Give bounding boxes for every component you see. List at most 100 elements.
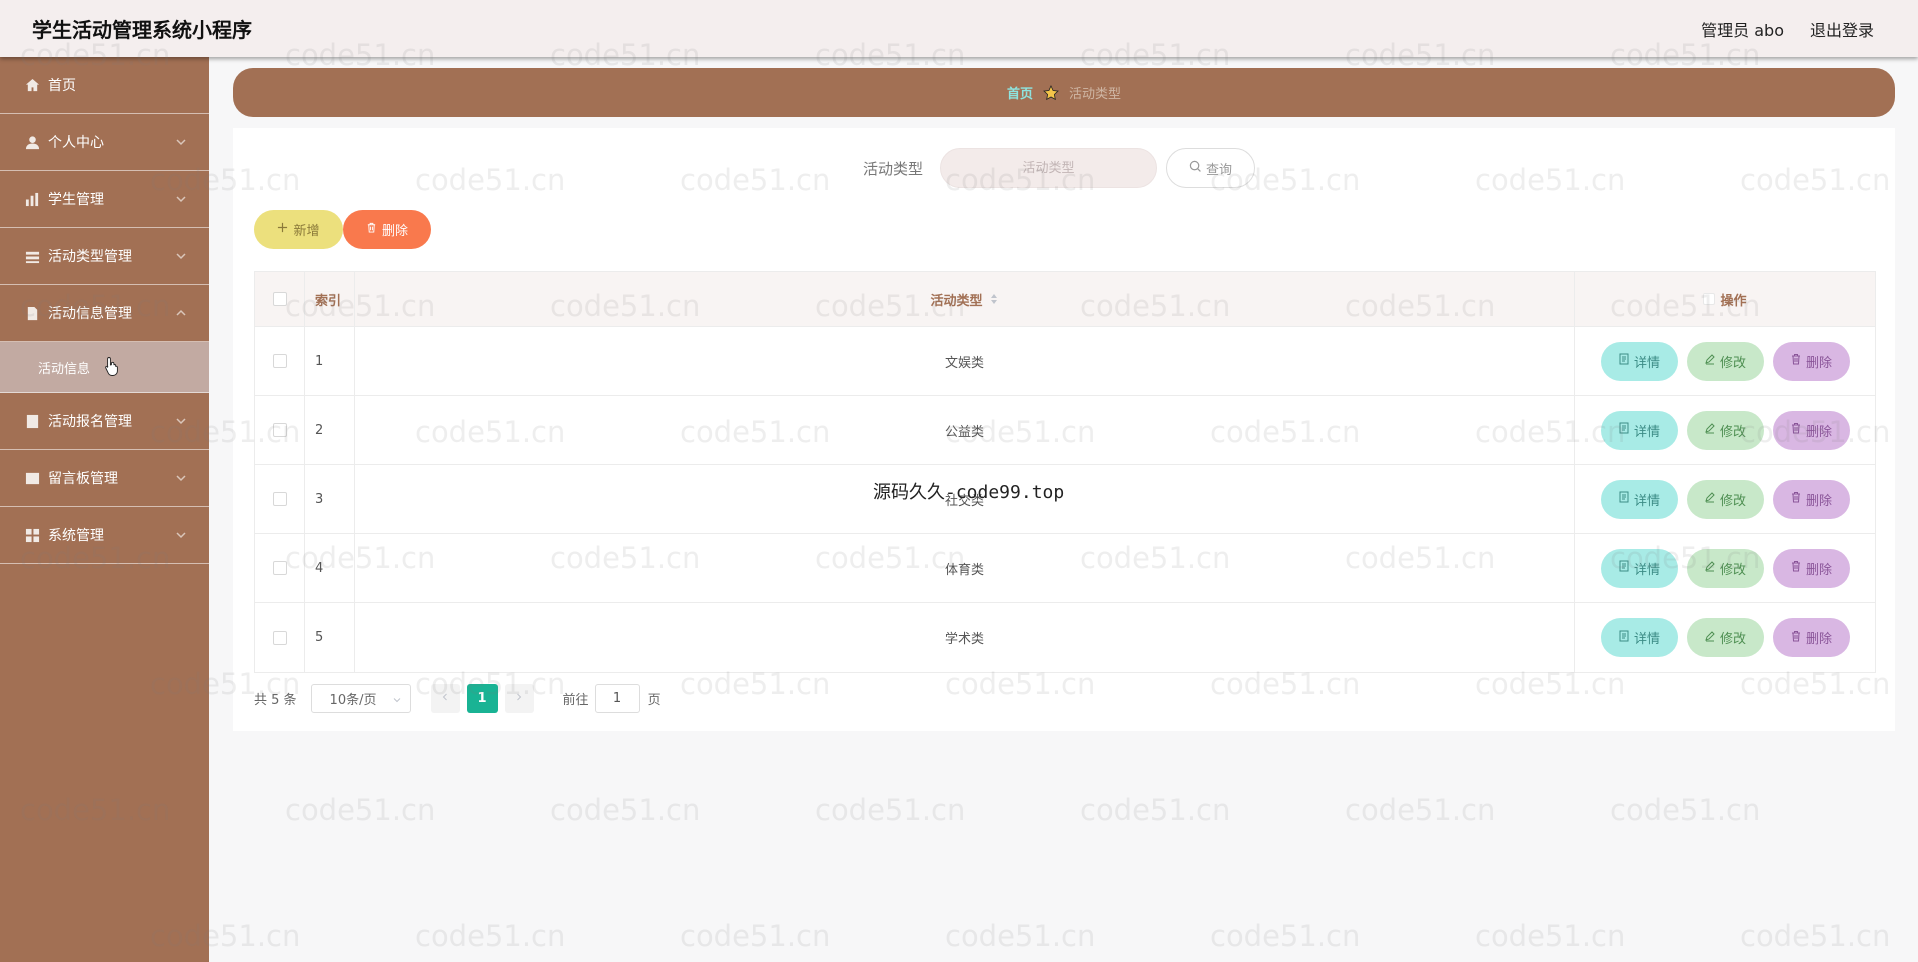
delete-label: 删除: [1805, 632, 1832, 647]
search-label: 活动类型: [863, 160, 924, 178]
delete-label: 删除: [1805, 562, 1832, 578]
delete-button[interactable]: 删除: [1772, 618, 1850, 657]
edit-label: 修改: [1719, 355, 1746, 371]
chevron-down-icon: [175, 529, 187, 541]
watermark-text: code51.cn: [815, 793, 966, 827]
sidebar-subitem-label: 活动信息: [38, 361, 91, 377]
delete-button[interactable]: 删除: [1772, 479, 1850, 519]
sidebar-item-label: 留言板管理: [48, 471, 118, 487]
row-activity-type: 公益类: [355, 396, 1575, 464]
batch-delete-button[interactable]: 删除: [343, 210, 431, 249]
search-button-label: 查询: [1205, 162, 1232, 178]
row-checkbox[interactable]: [272, 630, 287, 645]
table-header-row: 索引 活动类型 操作: [255, 272, 1875, 327]
file-icon: [24, 305, 40, 321]
watermark-text: code51.cn: [680, 919, 831, 953]
trash-icon: [1790, 560, 1802, 576]
table-row: 3 社交类 详情 修改 删除: [255, 465, 1875, 534]
top-header: 学生活动管理系统小程序 管理员 abo 退出登录: [0, 0, 1918, 57]
sidebar-item-students[interactable]: 学生管理: [0, 171, 209, 228]
header-operations-label: 操作: [1720, 293, 1747, 309]
row-checkbox[interactable]: [272, 561, 287, 575]
chevron-down-icon: [175, 250, 187, 262]
watermark-text: code51.cn: [550, 793, 701, 827]
detail-button[interactable]: 详情: [1600, 410, 1678, 450]
edit-label: 修改: [1719, 562, 1746, 578]
row-activity-type: 学术类: [355, 603, 1575, 672]
chevron-down-icon: [175, 136, 187, 148]
delete-button[interactable]: 删除: [1772, 410, 1850, 450]
main-panel: 活动类型 查询 新增 删除 索引 活动类型: [233, 128, 1895, 731]
select-all-checkbox[interactable]: [272, 292, 287, 306]
total-count: 共 5 条: [254, 693, 297, 708]
sidebar-item-registrations[interactable]: 活动报名管理: [0, 393, 209, 450]
watermark-text: code51.cn: [285, 793, 436, 827]
sort-icon[interactable]: [989, 292, 999, 306]
edit-button[interactable]: 修改: [1686, 618, 1764, 657]
edit-button[interactable]: 修改: [1686, 548, 1764, 588]
trash-icon: [1790, 422, 1802, 438]
pencil-icon: [1704, 353, 1716, 369]
search-button[interactable]: 查询: [1166, 148, 1255, 188]
detail-label: 详情: [1633, 355, 1660, 371]
edit-button[interactable]: 修改: [1686, 479, 1764, 519]
add-button[interactable]: 新增: [254, 210, 343, 249]
sidebar-item-home[interactable]: 首页: [0, 57, 209, 114]
sidebar-item-system[interactable]: 系统管理: [0, 507, 209, 564]
sidebar-item-label: 系统管理: [48, 528, 104, 544]
row-operations: 详情 修改 删除: [1575, 534, 1875, 602]
row-checkbox[interactable]: [272, 492, 287, 506]
row-operations: 详情 修改 删除: [1575, 603, 1875, 672]
sidebar-item-label: 活动信息管理: [48, 306, 132, 322]
watermark-text: code51.cn: [1475, 919, 1626, 953]
layers-icon: [24, 248, 40, 264]
sidebar-item-label: 学生管理: [48, 192, 104, 208]
row-index: 4: [305, 534, 355, 602]
table-row: 1 文娱类 详情 修改 删除: [255, 327, 1875, 396]
sidebar-item-label: 活动类型管理: [48, 249, 132, 265]
row-operations: 详情 修改 删除: [1575, 327, 1875, 395]
row-activity-type: 体育类: [355, 534, 1575, 602]
sidebar-item-label: 活动报名管理: [48, 414, 132, 430]
logout-link[interactable]: 退出登录: [1810, 17, 1874, 41]
watermark-text: code51.cn: [945, 919, 1096, 953]
page-number-button[interactable]: 1: [466, 684, 498, 713]
edit-button[interactable]: 修改: [1686, 410, 1764, 450]
goto-page-input[interactable]: [594, 684, 640, 713]
sidebar-item-activity-info[interactable]: 活动信息管理: [0, 285, 209, 342]
trash-icon: [366, 222, 377, 237]
breadcrumb: 首页 活动类型: [233, 68, 1895, 117]
detail-button[interactable]: 详情: [1600, 548, 1678, 588]
row-activity-type: 文娱类: [355, 327, 1575, 395]
header-activity-type[interactable]: 活动类型: [355, 272, 1575, 326]
prev-page-button[interactable]: [430, 684, 460, 713]
delete-button[interactable]: 删除: [1772, 341, 1850, 381]
page-suffix-label: 页: [647, 693, 661, 708]
detail-label: 详情: [1633, 562, 1660, 578]
next-page-button[interactable]: [504, 684, 534, 713]
sidebar-subitem-activity-info[interactable]: 活动信息: [0, 342, 209, 393]
activity-type-search-input[interactable]: [940, 148, 1157, 188]
chevron-left-icon: [440, 691, 450, 706]
page-size-select[interactable]: 10条/页: [310, 684, 411, 713]
edit-button[interactable]: 修改: [1686, 341, 1764, 381]
chevron-right-icon: [514, 691, 524, 706]
sidebar-item-message-board[interactable]: 留言板管理: [0, 450, 209, 507]
grid-icon: [24, 470, 40, 486]
sidebar-item-activity-types[interactable]: 活动类型管理: [0, 228, 209, 285]
pencil-icon: [1704, 630, 1716, 646]
detail-button[interactable]: 详情: [1600, 479, 1678, 519]
row-checkbox[interactable]: [272, 423, 287, 437]
detail-button[interactable]: 详情: [1600, 341, 1678, 381]
detail-button[interactable]: 详情: [1600, 618, 1678, 657]
search-icon: [1189, 160, 1202, 177]
star-icon: [1043, 84, 1059, 101]
activity-type-table: 索引 活动类型 操作 1 文娱类 详情 修改 删除 2 公益类 详情 修改 删除…: [254, 271, 1876, 673]
header-ops-checkbox[interactable]: [1703, 293, 1716, 305]
row-check-cell: [255, 603, 305, 672]
sidebar-item-profile[interactable]: 个人中心: [0, 114, 209, 171]
delete-button[interactable]: 删除: [1772, 548, 1850, 588]
row-checkbox[interactable]: [272, 354, 287, 368]
breadcrumb-home-link[interactable]: 首页: [1007, 83, 1033, 102]
document-icon: [1618, 491, 1630, 507]
